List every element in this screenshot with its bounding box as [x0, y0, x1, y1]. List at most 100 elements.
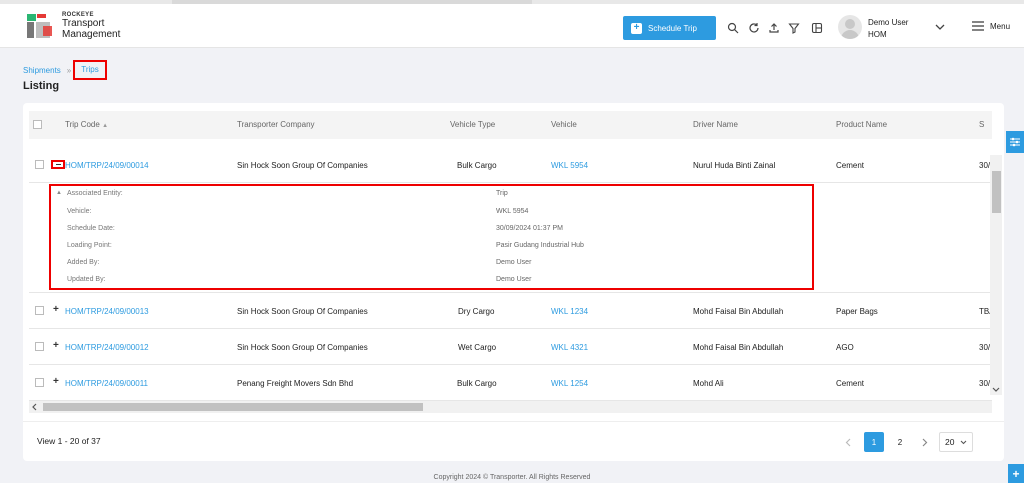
trip-code-link[interactable]: HOM/TRP/24/09/00011 — [65, 379, 148, 388]
detail-label: Associated Entity: — [67, 190, 123, 197]
columns-icon[interactable] — [811, 22, 823, 34]
brand-line-2: Management — [62, 29, 121, 40]
page-1-button[interactable]: 1 — [864, 432, 884, 452]
trip-code-link[interactable]: HOM/TRP/24/09/00012 — [65, 343, 149, 352]
vertical-scrollbar[interactable] — [990, 155, 1002, 395]
view-count: View 1 - 20 of 37 — [37, 436, 101, 446]
vertical-scroll-thumb[interactable] — [992, 171, 1001, 213]
app-header: ROCKEYE Transport Management + Schedule … — [0, 4, 1024, 48]
expand-row-icon[interactable]: + — [53, 341, 59, 351]
product-name: Cement — [836, 379, 865, 388]
horizontal-scrollbar[interactable] — [29, 401, 992, 413]
detail-label: Updated By: — [67, 276, 106, 283]
vehicle-type: Wet Cargo — [458, 343, 497, 352]
company-logo — [27, 14, 52, 38]
header-vehicle-type[interactable]: Vehicle Type — [450, 120, 495, 129]
caret-icon: ▲ — [56, 190, 62, 196]
vehicle-link[interactable]: WKL 1234 — [551, 307, 588, 316]
transporter-company: Penang Freight Movers Sdn Bhd — [237, 379, 354, 388]
detail-value: Pasir Gudang Industrial Hub — [496, 242, 584, 249]
user-info[interactable]: Demo User HOM — [868, 17, 908, 41]
menu-button[interactable]: Menu — [972, 21, 1010, 31]
collapse-row-icon[interactable] — [51, 160, 65, 169]
driver-name: Mohd Ali — [693, 379, 724, 388]
user-icon — [841, 19, 859, 39]
row-checkbox[interactable] — [35, 378, 44, 387]
trip-code-link[interactable]: HOM/TRP/24/09/00014 — [65, 161, 149, 170]
trips-table: Trip Code ▲ Transporter Company Vehicle … — [29, 111, 992, 401]
updated-by-link[interactable]: Demo User — [496, 276, 531, 283]
page-2-button[interactable]: 2 — [890, 432, 910, 452]
table-footer: View 1 - 20 of 37 1 2 20 — [23, 421, 1004, 461]
detail-label: Loading Point: — [67, 242, 112, 249]
detail-value: Trip — [496, 190, 508, 197]
schedule-trip-label: Schedule Trip — [648, 23, 697, 33]
transporter-company: Sin Hock Soon Group Of Companies — [237, 161, 368, 170]
table-row[interactable]: HOM/TRP/24/09/00014 Sin Hock Soon Group … — [29, 147, 992, 183]
expand-row-icon[interactable]: + — [53, 377, 59, 387]
schedule-trip-button[interactable]: + Schedule Trip — [623, 16, 716, 40]
driver-name: Nurul Huda Binti Zainal — [693, 161, 776, 170]
header-driver-name[interactable]: Driver Name — [693, 120, 738, 129]
vehicle-link[interactable]: WKL 5954 — [551, 161, 588, 170]
select-all-checkbox[interactable] — [33, 120, 42, 129]
plus-icon: + — [631, 22, 642, 34]
row-checkbox[interactable] — [35, 342, 44, 351]
vehicle-type: Bulk Cargo — [457, 379, 497, 388]
driver-name: Mohd Faisal Bin Abdullah — [693, 343, 784, 352]
breadcrumb-trips[interactable]: Trips — [73, 60, 107, 80]
row-checkbox[interactable] — [35, 306, 44, 315]
sliders-icon — [1010, 137, 1020, 147]
header-product-name[interactable]: Product Name — [836, 120, 887, 129]
sort-asc-icon: ▲ — [102, 123, 109, 129]
refresh-icon[interactable] — [748, 22, 760, 34]
vehicle-link[interactable]: WKL 4321 — [551, 343, 588, 352]
search-icon[interactable] — [727, 22, 739, 34]
table-header: Trip Code ▲ Transporter Company Vehicle … — [29, 111, 992, 139]
table-row[interactable]: + HOM/TRP/24/09/00011 Penang Freight Mov… — [29, 365, 992, 401]
settings-side-tab[interactable] — [1006, 131, 1024, 153]
header-trip-code[interactable]: Trip Code ▲ — [65, 120, 108, 129]
added-by-link[interactable]: Demo User — [496, 259, 531, 266]
filter-icon[interactable] — [788, 22, 800, 34]
prev-page-icon[interactable] — [845, 438, 851, 447]
breadcrumb-shipments[interactable]: Shipments — [23, 66, 61, 75]
breadcrumb: Shipments » Trips — [23, 60, 107, 80]
table-row[interactable]: + HOM/TRP/24/09/00013 Sin Hock Soon Grou… — [29, 293, 992, 329]
vehicle-link[interactable]: WKL 1254 — [551, 379, 588, 388]
header-vehicle[interactable]: Vehicle — [551, 120, 577, 129]
detail-label: Added By: — [67, 259, 100, 266]
trip-code-link[interactable]: HOM/TRP/24/09/00013 — [65, 307, 149, 316]
scroll-down-icon[interactable] — [992, 387, 1000, 393]
row-checkbox[interactable] — [35, 160, 44, 169]
table-row[interactable]: + HOM/TRP/24/09/00012 Sin Hock Soon Grou… — [29, 329, 992, 365]
listing-card: Trip Code ▲ Transporter Company Vehicle … — [23, 103, 1004, 461]
transporter-company: Sin Hock Soon Group Of Companies — [237, 343, 368, 352]
upload-icon[interactable] — [768, 22, 780, 34]
header-schedule-truncated[interactable]: S — [979, 120, 984, 129]
brand-name: ROCKEYE Transport Management — [62, 12, 120, 40]
detail-value: WKL 5954 — [496, 208, 529, 215]
hamburger-icon — [972, 21, 984, 31]
next-page-icon[interactable] — [922, 438, 928, 447]
transporter-company: Sin Hock Soon Group Of Companies — [237, 307, 368, 316]
vehicle-type: Dry Cargo — [458, 307, 495, 316]
header-transporter-company[interactable]: Transporter Company — [237, 120, 315, 129]
chevron-down-icon[interactable] — [934, 22, 946, 32]
detail-highlight: ▲ Associated Entity: Trip Vehicle: WKL 5… — [49, 184, 814, 290]
detail-value: 30/09/2024 01:37 PM — [496, 225, 563, 232]
product-name: Cement — [836, 161, 865, 170]
detail-label: Schedule Date: — [67, 225, 115, 232]
vehicle-type: Bulk Cargo — [457, 161, 497, 170]
horizontal-scroll-thumb[interactable] — [43, 403, 423, 411]
page-title: Listing — [23, 80, 60, 92]
scroll-left-icon[interactable] — [31, 403, 37, 411]
row-detail-panel: ▲ Associated Entity: Trip Vehicle: WKL 5… — [29, 183, 992, 293]
menu-label: Menu — [990, 21, 1011, 31]
expand-row-icon[interactable]: + — [53, 305, 59, 315]
per-page-select[interactable]: 20 — [939, 432, 973, 452]
user-name: Demo User — [868, 18, 909, 27]
user-avatar[interactable] — [838, 15, 862, 39]
user-org: HOM — [868, 30, 887, 39]
driver-name: Mohd Faisal Bin Abdullah — [693, 307, 784, 316]
